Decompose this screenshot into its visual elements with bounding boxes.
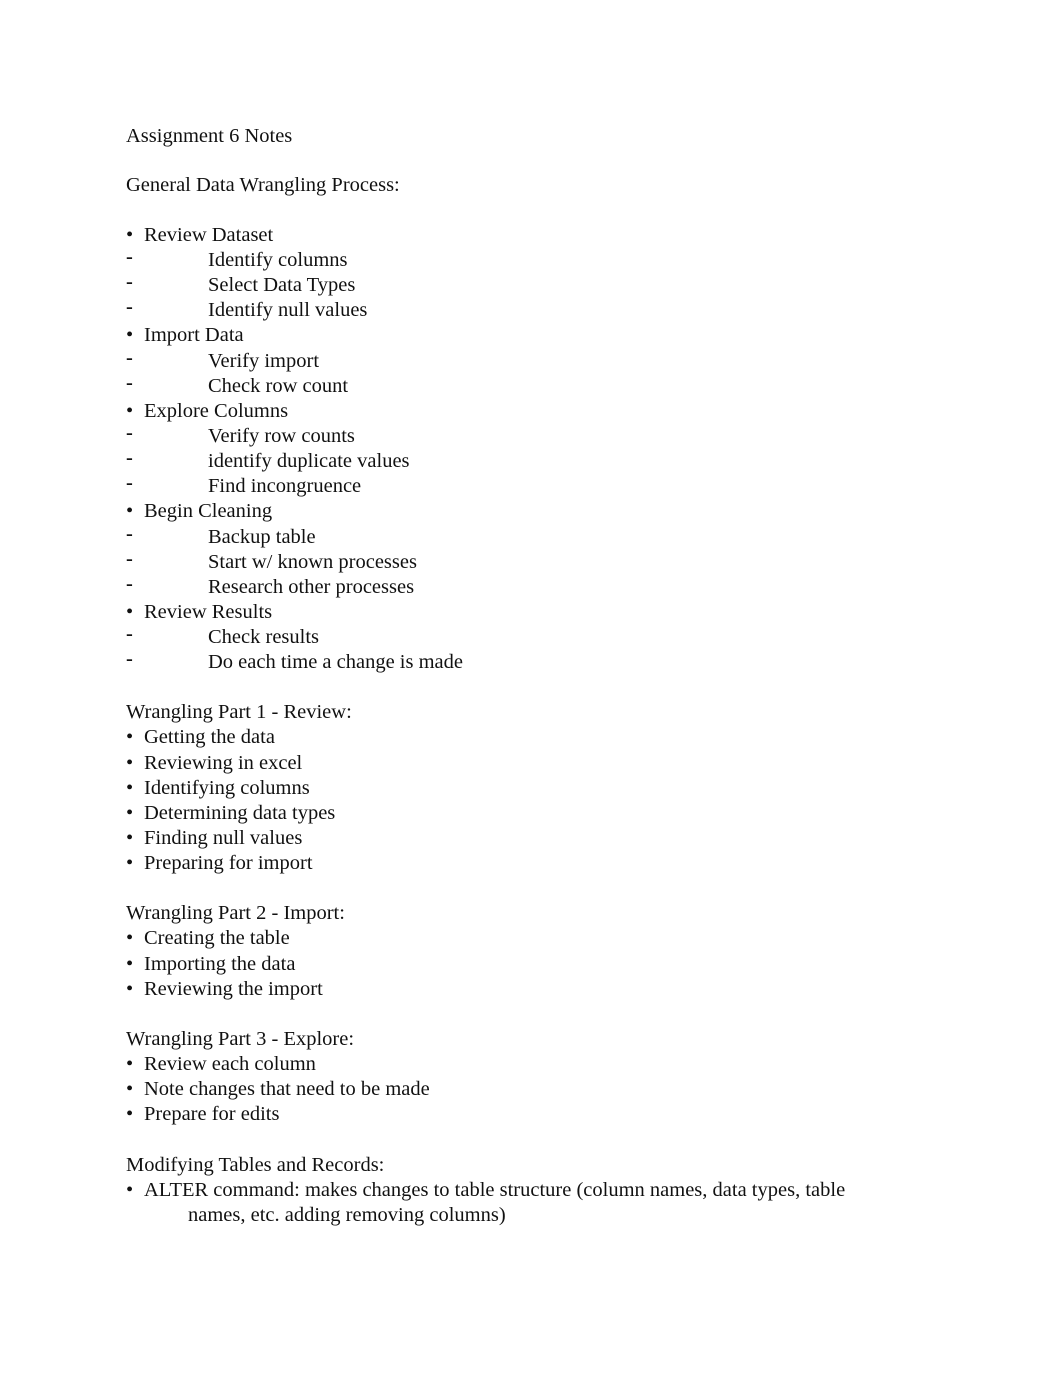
dash-icon: - xyxy=(126,472,133,494)
substep-label: identify duplicate values xyxy=(208,450,410,472)
item-label: Identifying columns xyxy=(144,777,310,799)
bullet-icon: • xyxy=(126,1053,134,1075)
bullet-icon: • xyxy=(126,324,134,346)
dash-icon: - xyxy=(126,523,133,545)
bullet-icon: • xyxy=(126,1103,134,1125)
bullet-icon: • xyxy=(126,978,134,1000)
item-label: ALTER command: makes changes to table st… xyxy=(144,1179,846,1201)
part2-heading: Wrangling Part 2 - Import: xyxy=(126,902,345,924)
dash-icon: - xyxy=(126,347,133,369)
item-label: Creating the table xyxy=(144,927,290,949)
item-label: Getting the data xyxy=(144,726,275,748)
bullet-icon: • xyxy=(126,777,134,799)
dash-icon: - xyxy=(126,548,133,570)
dash-icon: - xyxy=(126,623,133,645)
substep-label: Do each time a change is made xyxy=(208,651,463,673)
substep-label: Identify null values xyxy=(208,299,368,321)
item-label: Determining data types xyxy=(144,802,336,824)
item-label: Reviewing the import xyxy=(144,978,323,1000)
step-label: Review Dataset xyxy=(144,224,274,246)
step-label: Import Data xyxy=(144,324,244,346)
item-label: Reviewing in excel xyxy=(144,752,303,774)
part3-heading: Wrangling Part 3 - Explore: xyxy=(126,1028,355,1050)
substep-label: Check row count xyxy=(208,375,349,397)
item-label: Preparing for import xyxy=(144,852,313,874)
bullet-icon: • xyxy=(126,500,134,522)
bullet-icon: • xyxy=(126,1179,134,1201)
substep-label: Research other processes xyxy=(208,576,415,598)
bullet-icon: • xyxy=(126,953,134,975)
substep-label: Verify row counts xyxy=(208,425,355,447)
dash-icon: - xyxy=(126,422,133,444)
document-page: Assignment 6 Notes General Data Wranglin… xyxy=(0,0,1062,1377)
bullet-icon: • xyxy=(126,827,134,849)
item-label: Finding null values xyxy=(144,827,303,849)
dash-icon: - xyxy=(126,648,133,670)
bullet-icon: • xyxy=(126,752,134,774)
step-label: Begin Cleaning xyxy=(144,500,273,522)
substep-label: Find incongruence xyxy=(208,475,362,497)
general-process-heading: General Data Wrangling Process: xyxy=(126,174,400,196)
item-label: Note changes that need to be made xyxy=(144,1078,430,1100)
dash-icon: - xyxy=(126,296,133,318)
bullet-icon: • xyxy=(126,852,134,874)
dash-icon: - xyxy=(126,372,133,394)
substep-label: Check results xyxy=(208,626,320,648)
substep-label: Start w/ known processes xyxy=(208,551,417,573)
substep-label: Backup table xyxy=(208,526,316,548)
part1-heading: Wrangling Part 1 - Review: xyxy=(126,701,352,723)
dash-icon: - xyxy=(126,271,133,293)
bullet-icon: • xyxy=(126,1078,134,1100)
step-label: Explore Columns xyxy=(144,400,289,422)
dash-icon: - xyxy=(126,573,133,595)
dash-icon: - xyxy=(126,447,133,469)
substep-label: Select Data Types xyxy=(208,274,356,296)
substep-label: Identify columns xyxy=(208,249,348,271)
bullet-icon: • xyxy=(126,726,134,748)
item-label: Importing the data xyxy=(144,953,296,975)
dash-icon: - xyxy=(126,246,133,268)
item-label: Review each column xyxy=(144,1053,316,1075)
document-title: Assignment 6 Notes xyxy=(126,125,293,147)
substep-label: Verify import xyxy=(208,350,320,372)
item-label: Prepare for edits xyxy=(144,1103,280,1125)
modifying-heading: Modifying Tables and Records: xyxy=(126,1154,385,1176)
step-label: Review Results xyxy=(144,601,273,623)
item-continuation: names, etc. adding removing columns) xyxy=(188,1204,506,1226)
bullet-icon: • xyxy=(126,802,134,824)
bullet-icon: • xyxy=(126,927,134,949)
